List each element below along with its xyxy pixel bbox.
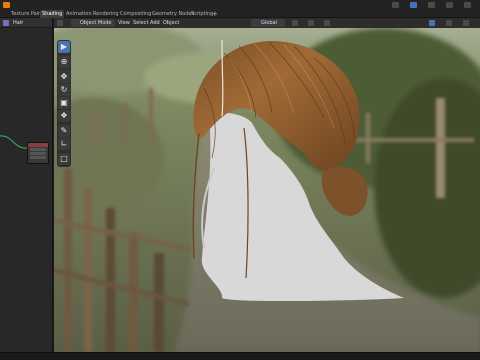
measure-tool[interactable]: ∟ [58,138,70,150]
node-editor-panel[interactable]: Hair [0,18,53,352]
add-workspace-button[interactable]: + [212,10,218,18]
pivot-point-icon[interactable] [292,20,298,26]
transform-tool[interactable]: ❖ [58,110,70,122]
transform-orientation-label: Global [261,20,277,26]
viewport-scene [54,18,480,352]
menu-select[interactable]: Select [133,20,148,26]
shader-node-title [28,143,48,147]
snapping-icon[interactable] [308,20,314,26]
object-type-icon[interactable] [3,20,9,26]
select-box-tool[interactable]: ▶ [58,41,70,53]
scale-tool[interactable]: ▣ [58,97,70,109]
mode-label: Object Mode [80,20,112,26]
object-name-field[interactable]: Hair [13,20,23,26]
viewlayer-icon[interactable] [428,2,435,8]
tab-rendering[interactable]: Rendering [91,10,121,18]
shader-node-socket-row [30,148,46,151]
node-editor-header: Hair [0,18,52,28]
cursor-tool[interactable]: ⊕ [58,56,70,68]
status-bar [0,352,480,360]
proportional-editing-icon[interactable] [324,20,330,26]
overlay-icon[interactable] [464,2,471,8]
annotate-tool[interactable]: ✎ [58,125,70,137]
render-layer-icon[interactable] [410,2,417,8]
editor-type-icon[interactable] [57,20,63,26]
viewport-gizmo-icon[interactable] [429,20,435,26]
tab-animation[interactable]: Animation [64,10,94,18]
add-cube-tool[interactable]: □ [58,153,70,165]
rotate-tool[interactable]: ↻ [58,84,70,96]
viewport-overlay-icon[interactable] [446,20,452,26]
menu-object[interactable]: Object [163,20,179,26]
tool-shelf: ▶ ⊕ ✥ ↻ ▣ ❖ ✎ ∟ □ [57,40,71,167]
menu-view[interactable]: View [118,20,130,26]
move-tool[interactable]: ✥ [58,71,70,83]
viewport-header: Object Mode View Select Add Object Globa… [54,18,480,28]
top-bar: Texture Paint Shading Animation Renderin… [0,0,480,18]
shader-node-socket-row [30,156,46,159]
shader-node[interactable] [27,142,49,164]
tab-shading[interactable]: Shading [40,10,65,18]
tab-compositing[interactable]: Compositing [118,10,153,18]
blender-logo-icon[interactable] [3,2,10,8]
shader-node-socket-row [30,152,46,155]
menu-add[interactable]: Add [150,20,160,26]
3d-viewport[interactable]: Object Mode View Select Add Object Globa… [54,18,480,352]
xray-toggle-icon[interactable] [463,20,469,26]
scene-icon[interactable] [392,2,399,8]
filter-icon[interactable] [446,2,453,8]
